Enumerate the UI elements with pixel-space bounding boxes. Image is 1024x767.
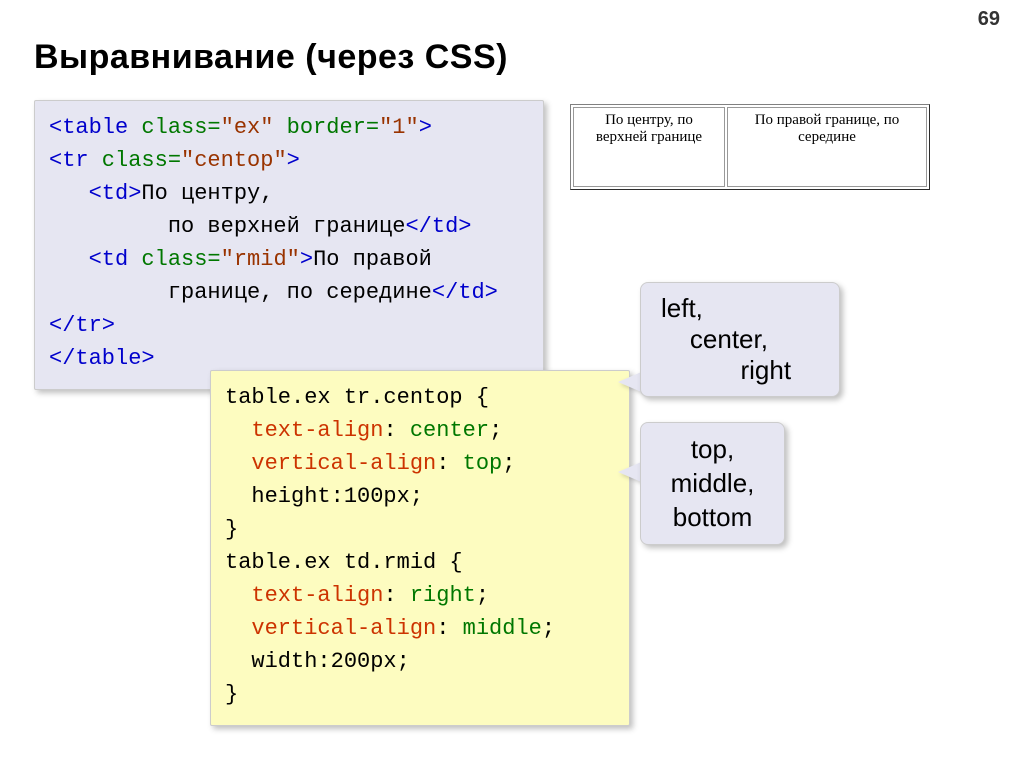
code-text: height:100px; <box>225 484 423 509</box>
code-text: text-align <box>251 583 383 608</box>
code-text: </tr> <box>49 313 115 338</box>
code-text: "rmid" <box>221 247 300 272</box>
table-cell-right: По правой границе, по середине <box>727 107 927 187</box>
code-text: table.ex td.rmid { <box>225 550 463 575</box>
code-text: "ex" <box>221 115 274 140</box>
code-text: </table> <box>49 346 155 371</box>
code-text: width:200px; <box>225 649 410 674</box>
code-text: vertical-align <box>251 616 436 641</box>
callout-text-align-values: left, center, right <box>640 282 840 397</box>
html-code-block: <table class="ex" border="1"> <tr class=… <box>34 100 544 390</box>
callout-vertical-align-values: top, middle, bottom <box>640 422 785 545</box>
code-text: "centop" <box>181 148 287 173</box>
example-table-wrapper: По центру, по верхней границе По правой … <box>570 104 930 190</box>
code-text: "1" <box>379 115 419 140</box>
code-text: <td> <box>49 181 141 206</box>
code-text: text-align <box>251 418 383 443</box>
code-text: } <box>225 682 238 707</box>
css-code-block: table.ex tr.centop { text-align: center;… <box>210 370 630 726</box>
code-text: По правой <box>313 247 432 272</box>
code-text: class= <box>89 148 181 173</box>
slide-title: Выравнивание (через CSS) <box>34 38 508 77</box>
code-text: По центру, <box>141 181 273 206</box>
code-text: } <box>225 517 238 542</box>
code-text: center <box>410 418 489 443</box>
code-text: class= <box>128 247 220 272</box>
code-text: top <box>463 451 503 476</box>
code-text: middle <box>463 616 542 641</box>
example-table: По центру, по верхней границе По правой … <box>570 104 930 190</box>
code-text: border= <box>273 115 379 140</box>
code-text: <tr <box>49 148 89 173</box>
code-text: class= <box>128 115 220 140</box>
code-text: </td> <box>405 214 471 239</box>
code-text: границе, по середине <box>49 280 432 305</box>
code-text: <td <box>49 247 128 272</box>
code-text: vertical-align <box>251 451 436 476</box>
table-cell-left: По центру, по верхней границе <box>573 107 725 187</box>
code-text: по верхней границе <box>49 214 405 239</box>
code-text: <table <box>49 115 128 140</box>
code-text: right <box>410 583 476 608</box>
table-row: По центру, по верхней границе По правой … <box>573 107 927 187</box>
code-text: table.ex tr.centop { <box>225 385 489 410</box>
page-number: 69 <box>978 8 1000 31</box>
code-text: > <box>419 115 432 140</box>
code-text: > <box>287 148 300 173</box>
code-text: </td> <box>432 280 498 305</box>
code-text: > <box>300 247 313 272</box>
